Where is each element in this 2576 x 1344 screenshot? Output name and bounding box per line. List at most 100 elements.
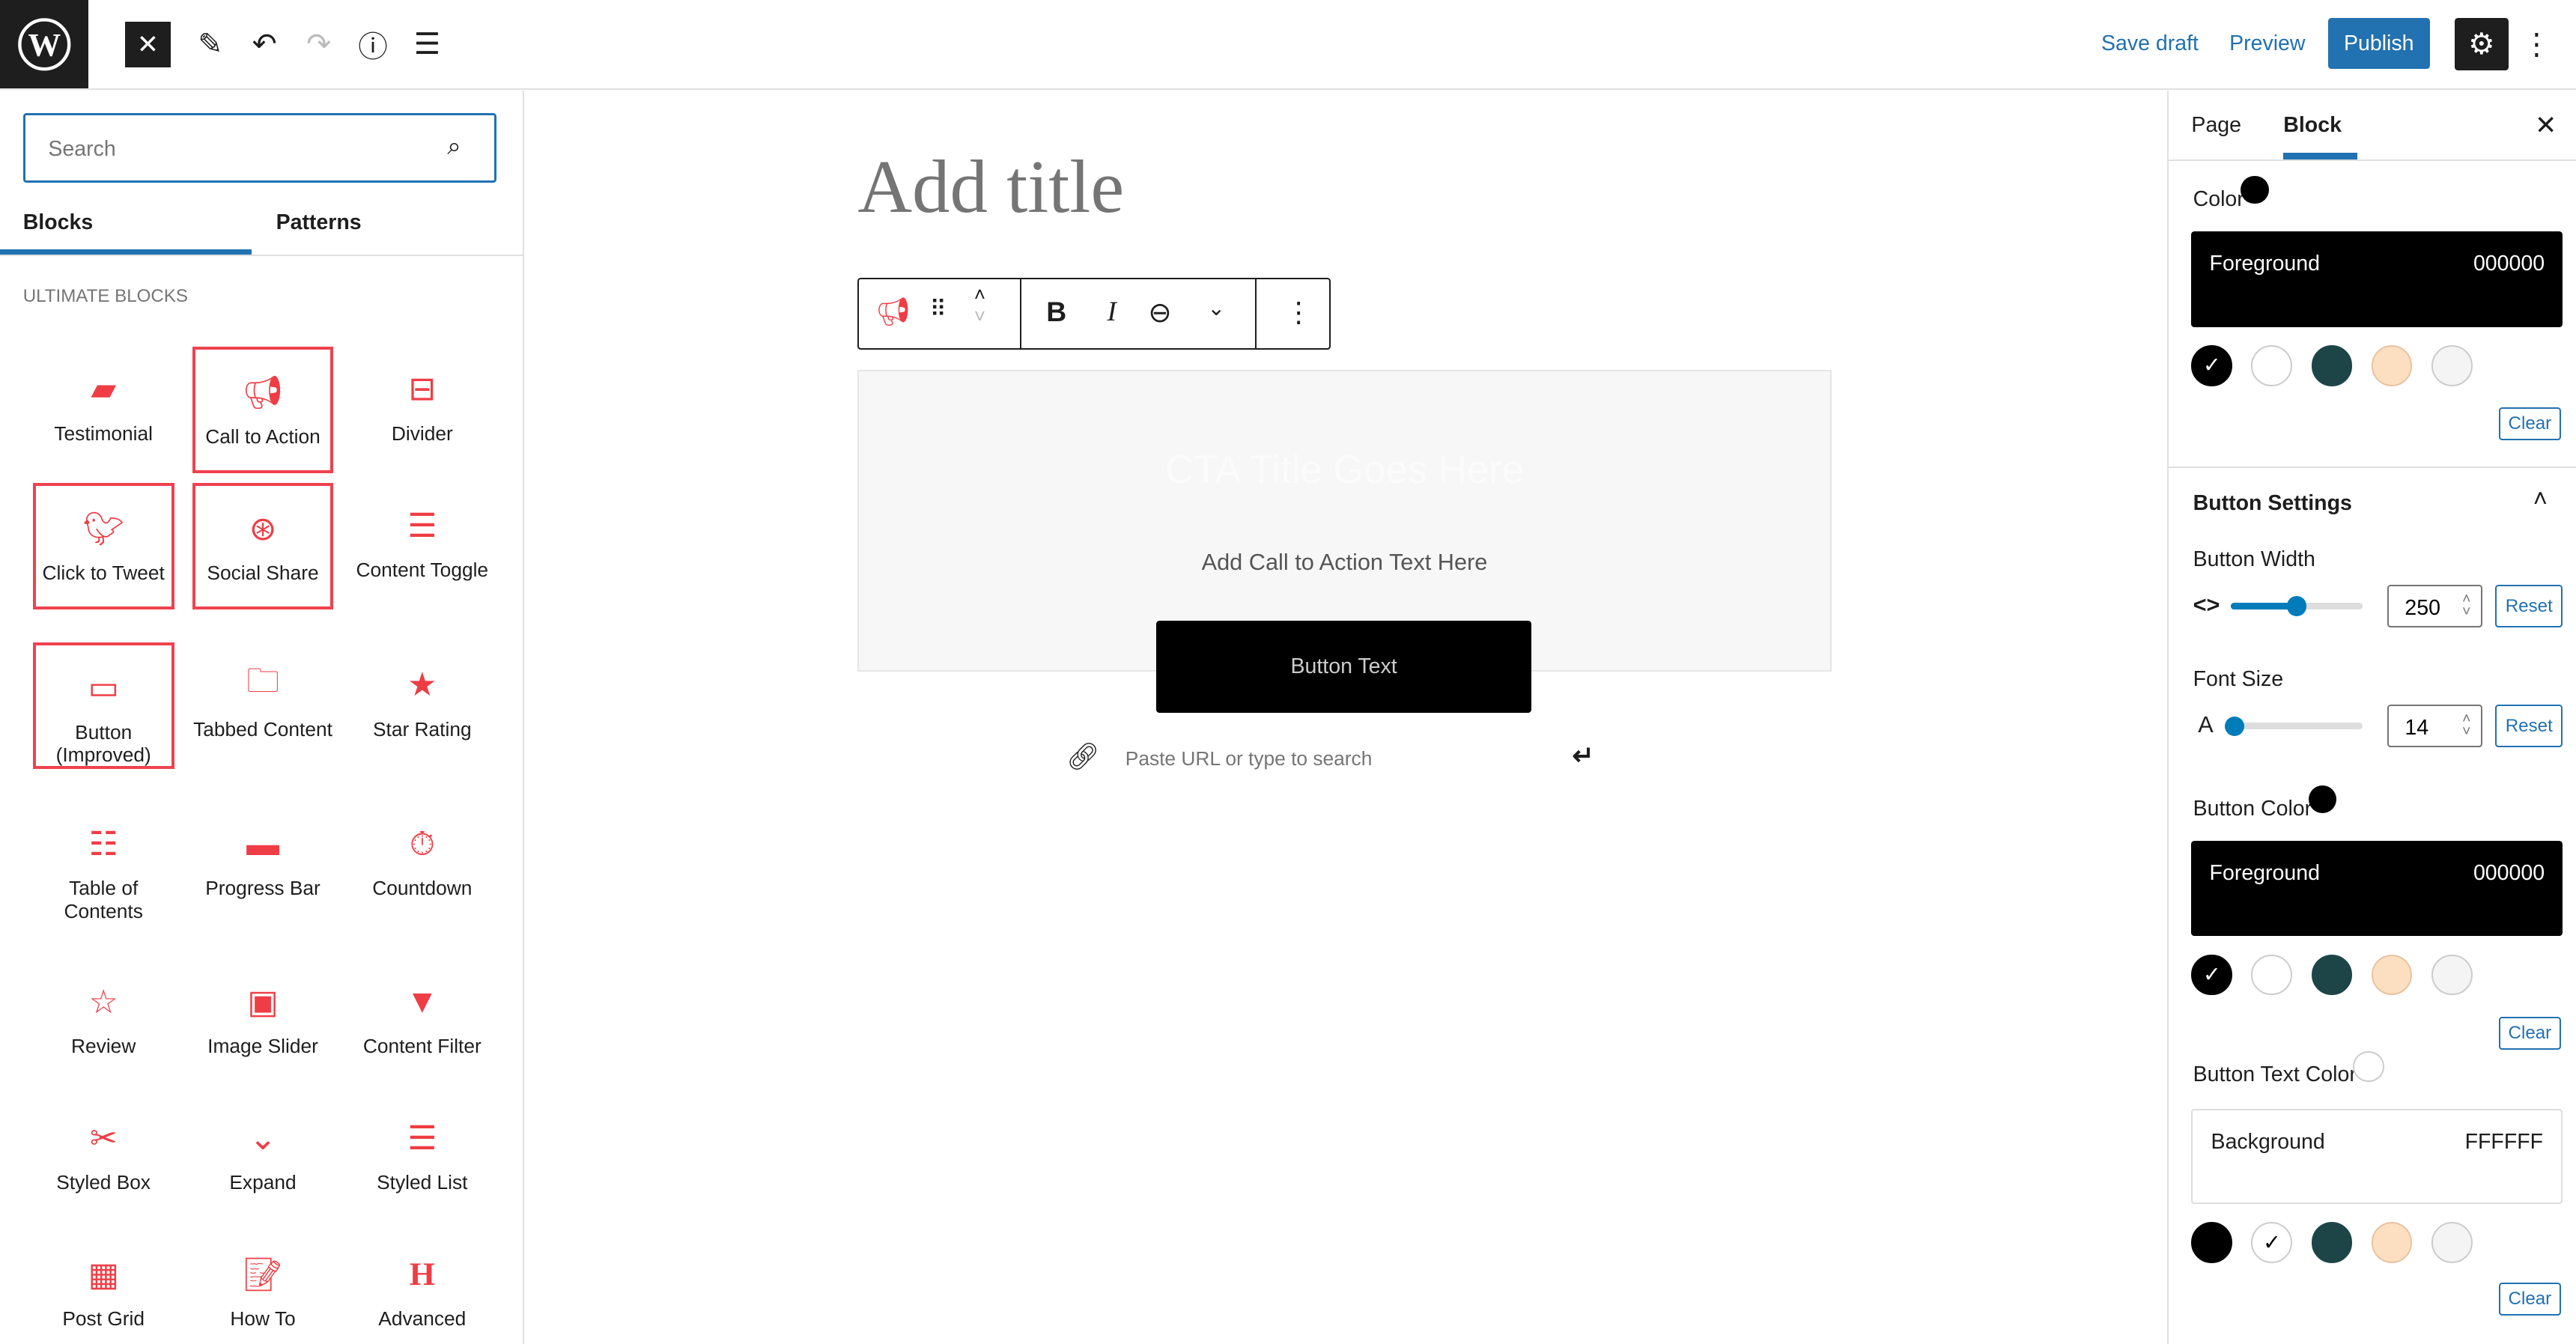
tabs-icon: 🗀︎ — [246, 663, 279, 700]
block-item[interactable]: ★ Star Rating — [351, 642, 493, 769]
wordpress-logo[interactable]: W — [0, 0, 89, 89]
reset-font-size-button[interactable]: Reset — [2495, 705, 2563, 748]
block-item[interactable]: 📝︎ How To — [192, 1232, 334, 1343]
color-swatch[interactable]: ✓ — [2191, 344, 2233, 386]
color-swatch[interactable] — [2311, 954, 2353, 996]
block-item[interactable]: ✂ Styled Box — [33, 1095, 174, 1222]
color-swatch[interactable] — [2431, 954, 2473, 996]
redo-button[interactable]: ↷ — [296, 22, 341, 67]
megaphone-icon[interactable]: 📢︎ — [875, 296, 911, 329]
list-view-button[interactable]: ☰ — [404, 22, 450, 67]
tools-button[interactable]: ✎ — [187, 22, 233, 67]
block-label: Button (Improved) — [55, 720, 151, 767]
button-text-color-label: Button Text Color — [2193, 1051, 2384, 1087]
color-picker-button[interactable]: Foreground 000000 — [2191, 231, 2563, 327]
color-swatch[interactable] — [2251, 954, 2293, 996]
block-item[interactable]: ☰ Styled List — [351, 1095, 493, 1222]
button-width-slider[interactable] — [2231, 596, 2363, 616]
link-button[interactable]: ⊖ — [1148, 296, 1171, 329]
block-item[interactable]: 🗀︎ Tabbed Content — [192, 642, 334, 769]
color-swatch[interactable]: ✓ — [2191, 954, 2233, 996]
publish-button[interactable]: Publish — [2327, 18, 2430, 70]
options-button[interactable]: ⋮ — [2514, 22, 2560, 67]
block-label: Review — [71, 1035, 136, 1058]
italic-button[interactable]: I — [1107, 296, 1116, 328]
block-item[interactable]: ▼ Content Filter — [351, 959, 493, 1086]
block-item[interactable]: ▦ Post Grid — [33, 1232, 174, 1343]
block-item[interactable]: ⊛ Social Share — [192, 482, 334, 609]
undo-button[interactable]: ↶ — [242, 22, 288, 67]
color-swatch[interactable] — [2431, 1222, 2473, 1264]
tab-blocks[interactable]: Blocks — [23, 210, 94, 235]
clear-color-button[interactable]: Clear — [2498, 407, 2562, 440]
search-field[interactable]: ⌕ — [22, 113, 496, 183]
block-item[interactable]: ▣ Image Slider — [192, 959, 334, 1086]
enter-icon[interactable]: ↵ — [1573, 741, 1594, 771]
clear-button-text-color-button[interactable]: Clear — [2498, 1283, 2562, 1316]
block-item[interactable]: ⏱︎ Countdown — [351, 802, 493, 928]
tab-block[interactable]: Block — [2283, 113, 2342, 138]
chevron-up-icon[interactable]: ˄ — [2533, 484, 2548, 513]
block-item[interactable]: 🐦︎ Click to Tweet — [32, 482, 174, 609]
font-size-input[interactable]: ˄˅ — [2387, 705, 2482, 748]
block-item[interactable]: ▬ Progress Bar — [192, 802, 334, 928]
url-input-row: 🔗︎ Paste URL or type to search ↵ — [1066, 741, 1625, 780]
color-swatch[interactable] — [2191, 1222, 2233, 1264]
search-input[interactable] — [45, 135, 430, 164]
block-item[interactable]: ☆ Review — [33, 959, 174, 1086]
clear-button-color-button[interactable]: Clear — [2498, 1017, 2562, 1050]
preview-button[interactable]: Preview — [2229, 31, 2305, 56]
url-input[interactable]: Paste URL or type to search — [1126, 747, 1373, 770]
tab-page[interactable]: Page — [2191, 113, 2241, 138]
block-item[interactable]: ▰ Testimonial — [33, 347, 174, 473]
block-label: Social Share — [207, 561, 319, 584]
reset-width-button[interactable]: Reset — [2495, 585, 2563, 628]
color-swatch[interactable] — [2371, 954, 2413, 996]
drag-handle-icon[interactable]: ⠿ — [930, 296, 947, 323]
color-swatch[interactable] — [2251, 344, 2293, 386]
toggle-icon: ☰ — [407, 507, 437, 544]
width-icon: <> — [2193, 591, 2220, 618]
color-swatch[interactable] — [2311, 1222, 2353, 1264]
stepper-icon[interactable]: ˄ ˅ — [2462, 592, 2471, 619]
stepper-icon[interactable]: ˄ ˅ — [2462, 711, 2471, 739]
block-item[interactable]: ☰ Content Toggle — [351, 483, 493, 609]
color-swatch[interactable] — [2431, 344, 2473, 386]
more-vertical-icon[interactable]: ⋮ — [1284, 296, 1312, 329]
details-button[interactable]: ⓘ — [350, 22, 395, 67]
slider-thumb[interactable] — [2225, 716, 2245, 736]
close-icon[interactable]: ✕ — [2535, 110, 2557, 141]
block-item[interactable]: 📢︎ Call to Action — [192, 346, 334, 473]
close-inserter-button[interactable]: ✕ — [124, 21, 171, 67]
color-swatch[interactable]: ✓ — [2251, 1222, 2293, 1264]
block-item[interactable]: ▭ Button (Improved) — [32, 642, 174, 769]
button-settings-title[interactable]: Button Settings — [2193, 491, 2352, 516]
post-title[interactable]: Add title — [857, 143, 1124, 230]
tab-patterns[interactable]: Patterns — [276, 210, 362, 235]
move-icon[interactable]: ˄ ˅ — [974, 284, 985, 326]
button-color-picker[interactable]: Foreground 000000 — [2191, 841, 2563, 937]
color-swatch[interactable] — [2311, 344, 2353, 386]
block-item[interactable]: ⌄ Expand — [192, 1095, 334, 1222]
button-width-input[interactable]: ˄˅ — [2387, 585, 2482, 628]
block-item[interactable]: ☷ Table of Contents — [33, 802, 174, 928]
block-label: Tabbed Content — [193, 717, 332, 741]
color-swatch[interactable] — [2371, 1222, 2413, 1264]
top-toolbar: W ✕ ✎ ↶ ↷ ⓘ ☰ Save draft Preview Publish… — [0, 0, 2576, 91]
share-icon: ⊛ — [249, 510, 277, 547]
cta-title[interactable]: CTA Title Goes Here — [859, 447, 1830, 493]
settings-button[interactable]: ⚙ — [2454, 18, 2509, 71]
button-text-color-picker[interactable]: Background FFFFFF — [2191, 1108, 2563, 1205]
slider-thumb[interactable] — [2286, 596, 2306, 616]
review-icon: ☆ — [88, 983, 118, 1021]
cta-text[interactable]: Add Call to Action Text Here — [859, 549, 1830, 576]
redo-icon: ↷ — [306, 28, 332, 61]
color-swatch[interactable] — [2371, 344, 2413, 386]
bold-button[interactable]: B — [1046, 296, 1066, 328]
font-size-slider[interactable] — [2225, 716, 2363, 736]
cta-button[interactable]: Button Text — [1156, 621, 1531, 714]
block-item[interactable]: H Advanced — [351, 1232, 493, 1343]
save-draft-button[interactable]: Save draft — [2101, 31, 2199, 56]
block-item[interactable]: ⊟ Divider — [351, 347, 493, 473]
chevron-down-icon[interactable]: ⌄ — [1207, 296, 1225, 321]
